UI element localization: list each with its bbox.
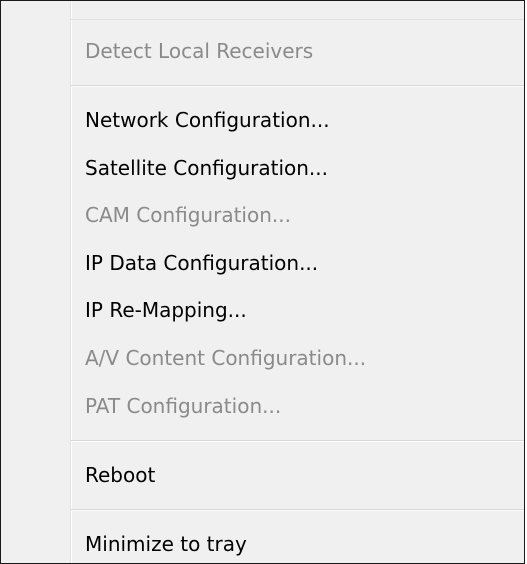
menu-item-cam-configuration: CAM Configuration...	[71, 192, 524, 238]
menu-item-satellite-configuration[interactable]: Satellite Configuration...	[71, 145, 524, 191]
menu-item-label: Network Configuration...	[85, 108, 330, 132]
menu-item-label: CAM Configuration...	[85, 203, 291, 227]
menu-item-network-configuration[interactable]: Network Configuration...	[71, 97, 524, 143]
menu-item-label: Minimize to tray	[85, 532, 247, 556]
menu-separator	[71, 509, 524, 511]
menu-item-label: Reboot	[85, 463, 156, 487]
menu-separator	[71, 85, 524, 87]
menu-separator	[71, 19, 524, 20]
menu-item-label: Detect Local Receivers	[85, 39, 314, 63]
menu-item-label: A/V Content Configuration...	[85, 346, 367, 370]
menu-item-ip-re-mapping[interactable]: IP Re-Mapping...	[71, 287, 524, 333]
menu-item-label: Satellite Configuration...	[85, 156, 328, 180]
menu-item-reboot[interactable]: Reboot	[71, 452, 524, 498]
menu-item-ip-data-configuration[interactable]: IP Data Configuration...	[71, 240, 524, 286]
menu-item-minimize-to-tray[interactable]: Minimize to tray	[71, 521, 524, 563]
menu-item-detect-local-receivers: Detect Local Receivers	[71, 28, 524, 74]
menu-item-label: IP Data Configuration...	[85, 251, 319, 275]
menu-item-label: IP Re-Mapping...	[85, 298, 247, 322]
context-menu: Detect Local Receivers Network Configura…	[0, 0, 525, 564]
menu-item-label: PAT Configuration...	[85, 394, 282, 418]
menu-separator	[71, 440, 524, 442]
menu-item-av-content-configuration: A/V Content Configuration...	[71, 335, 524, 381]
menu-item-pat-configuration: PAT Configuration...	[71, 383, 524, 429]
